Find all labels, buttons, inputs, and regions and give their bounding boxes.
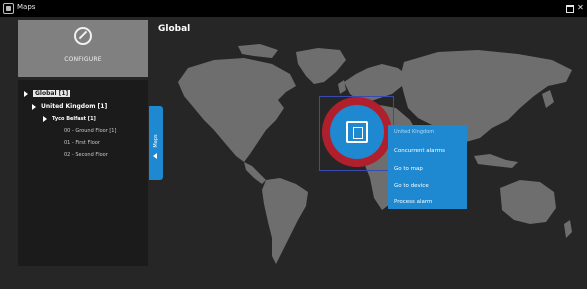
central-america-shape [244,162,266,184]
tree-item-global[interactable]: Global [1] [23,89,71,98]
tree-item-united-kingdom[interactable]: United Kingdom [1] [31,102,107,111]
marker-context-menu: United Kingdom Concurrent alarms Go to m… [388,125,467,209]
location-tree: Global [1] United Kingdom [1] Tyco Belfa… [18,80,148,266]
collapse-arrow-icon [153,153,157,159]
maps-app-icon [3,3,14,14]
japan-shape [542,90,554,108]
new-zealand-shape [564,220,572,238]
maps-collapse-tab[interactable]: Maps [149,106,163,180]
south-america-shape [262,178,308,264]
menu-item-concurrent-alarms[interactable]: Concurrent alarms [394,148,445,154]
restore-window-icon[interactable] [565,3,574,13]
australia-shape [500,180,556,224]
window-title: Maps [17,3,36,11]
document-icon [346,121,368,143]
title-bar: Maps ✕ [0,0,587,17]
north-america-shape [178,58,296,162]
expand-arrow-icon[interactable] [32,103,36,110]
expand-arrow-icon[interactable] [43,115,47,122]
canada-islands-shape [238,44,278,58]
menu-item-go-to-map[interactable]: Go to map [394,166,423,172]
greenland-shape [296,48,346,84]
menu-item-go-to-device[interactable]: Go to device [394,183,429,189]
tree-item-ground-floor[interactable]: 00 - Ground Floor [1] [64,127,116,136]
tree-item-first-floor[interactable]: 01 - First Floor [64,139,100,148]
menu-item-process-alarm[interactable]: Process alarm [394,199,432,205]
wrench-icon [74,27,92,45]
map-title: Global [158,24,191,34]
tree-item-second-floor[interactable]: 02 - Second Floor [64,151,108,160]
indonesia-shape [474,154,518,168]
close-window-icon[interactable]: ✕ [576,3,585,12]
configure-label: CONFIGURE [64,56,102,63]
tree-item-tyco-belfast[interactable]: Tyco Belfast [1] [42,115,96,124]
menu-header: United Kingdom [394,129,435,135]
configure-button[interactable]: CONFIGURE [18,20,148,77]
expand-arrow-icon[interactable] [24,90,28,97]
